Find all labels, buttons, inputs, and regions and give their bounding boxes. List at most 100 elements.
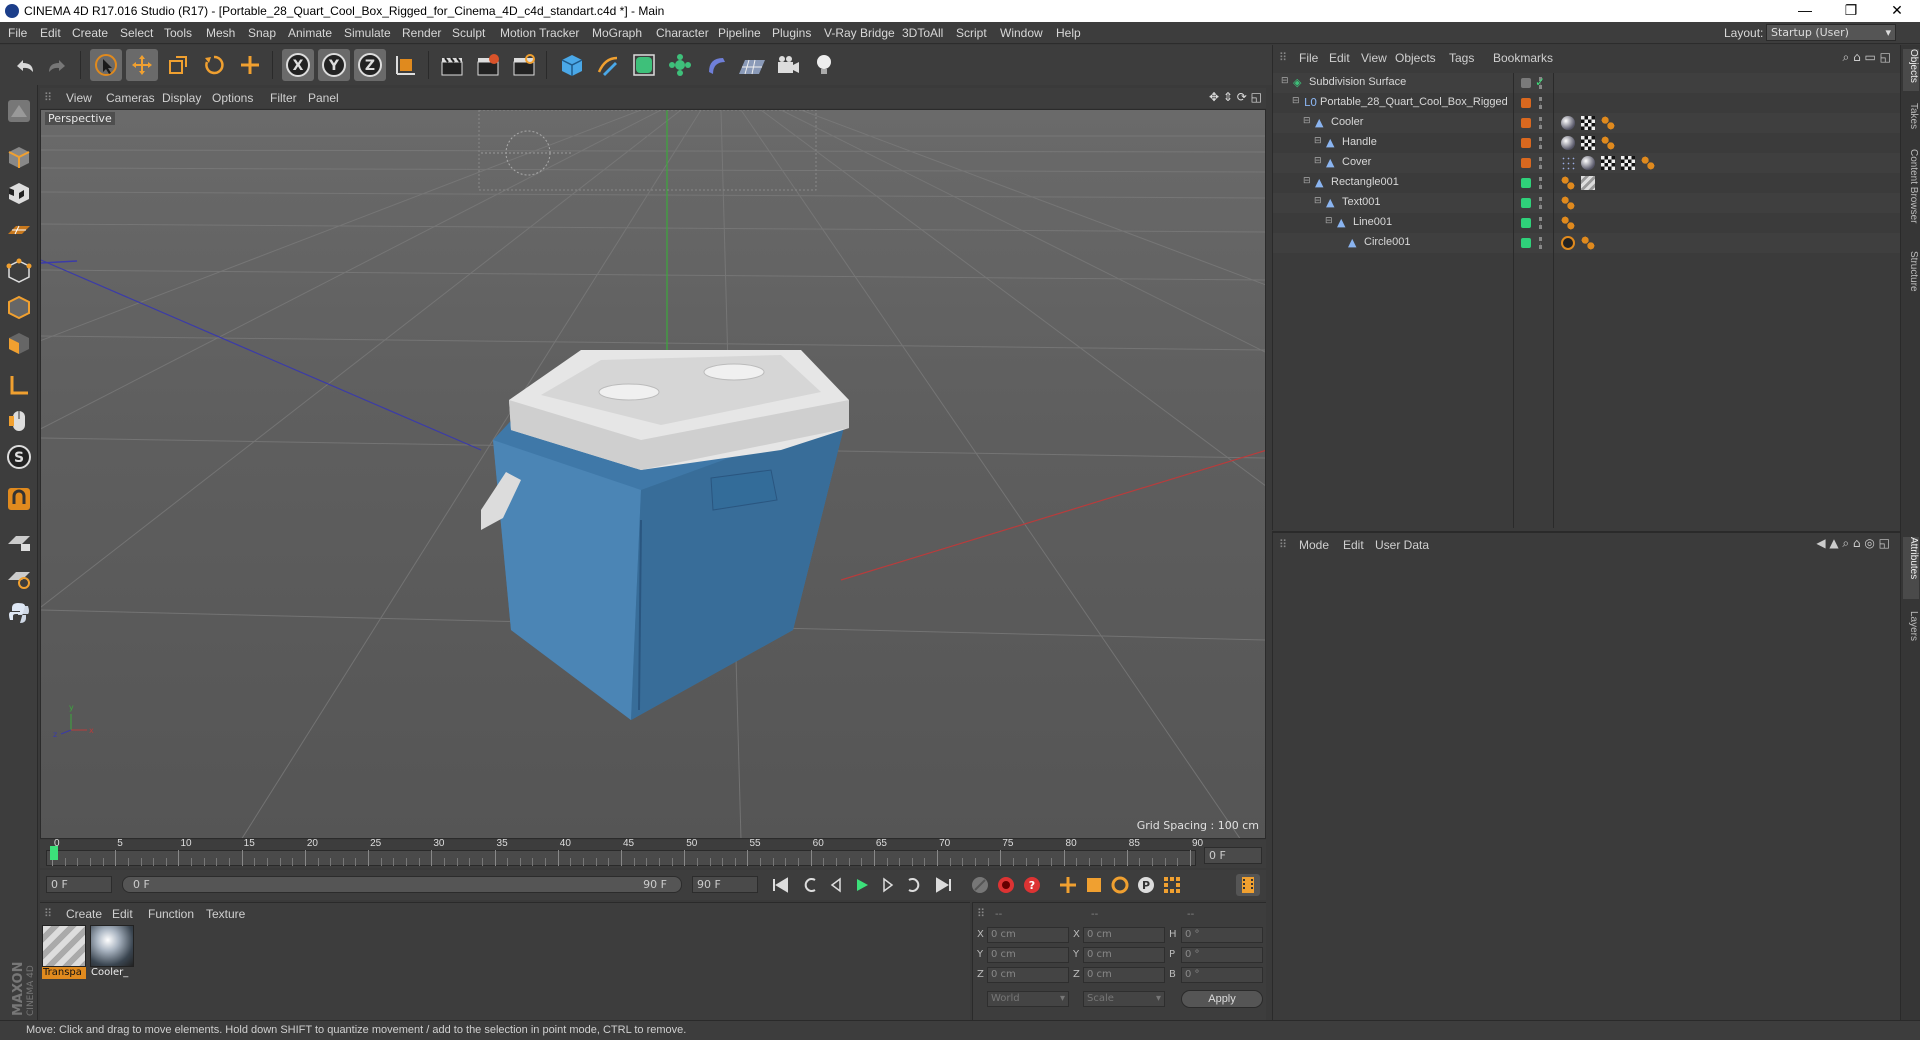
live-selection-button[interactable] [90,49,122,81]
om-menu-objects[interactable]: Objects [1395,51,1436,65]
viewport-nav-icons[interactable]: ✥ ⇕ ⟳ ◱ [1209,90,1262,104]
texture-tag-icon[interactable] [1561,216,1575,230]
expand-toggle-icon[interactable]: ⊟ [1281,76,1289,86]
object-row[interactable]: ⊟ ◈ Subdivision Surface ✓ [1273,73,1901,93]
visibility-dots-icon[interactable] [1539,157,1542,169]
checker-tag-icon[interactable] [1601,156,1615,170]
layer-color-swatch[interactable] [1521,158,1531,168]
workplane-mode-button[interactable] [3,213,35,245]
menu-window[interactable]: Window [1000,26,1043,40]
material-menu-edit[interactable]: Edit [112,907,133,921]
layer-color-swatch[interactable] [1521,218,1531,228]
menu-edit[interactable]: Edit [40,26,61,40]
key-position-button[interactable] [1056,874,1080,896]
object-row[interactable]: ⊟ ▲ Rectangle001 [1273,173,1901,193]
texture-tag-icon[interactable] [1561,196,1575,210]
perspective-viewport[interactable]: y x z Perspective Grid Spacing : 100 cm [40,109,1266,839]
apply-button[interactable]: Apply [1181,990,1263,1008]
enabled-check-icon[interactable]: ✓ [1535,75,1545,89]
visibility-dots-icon[interactable] [1539,177,1542,189]
tab-content-browser[interactable]: Content Browser [1903,149,1919,241]
layer-color-swatch[interactable] [1521,198,1531,208]
checker-tag-icon[interactable] [1581,136,1595,150]
deformer-button[interactable] [700,49,732,81]
object-row[interactable]: ⊟ ▲ Handle [1273,133,1901,153]
menu-character[interactable]: Character [656,26,709,40]
menu-motion-tracker[interactable]: Motion Tracker [500,26,579,40]
z-axis-button[interactable]: Z [354,49,386,81]
points-mode-button[interactable] [3,255,35,287]
menu-plugins[interactable]: Plugins [772,26,811,40]
visibility-dots-icon[interactable] [1539,197,1542,209]
camera-button[interactable] [772,49,804,81]
key-pla-button[interactable] [1160,874,1184,896]
layer-color-swatch[interactable] [1521,118,1531,128]
move-tool-button[interactable] [126,49,158,81]
timeline-ruler[interactable]: 0 5 10 15 20 25 30 35 40 45 50 55 60 65 70 75 80 85 90 0 F [40,838,1266,868]
coordinate-system-button[interactable] [390,49,422,81]
soft-selection-button[interactable] [3,483,35,515]
om-menu-bookmarks[interactable]: Bookmarks [1493,51,1553,65]
viewport-menu-filter[interactable]: Filter [270,91,297,105]
size-z-field[interactable]: 0 cm [1083,967,1165,983]
next-keyframe-button[interactable] [902,874,926,896]
texture-tag-icon[interactable] [1601,136,1615,150]
sphere-tag-icon[interactable] [1561,136,1575,150]
menu-3dtoall[interactable]: 3DToAll [902,26,943,40]
sphere-tag-icon[interactable] [1561,116,1575,130]
key-scale-button[interactable] [1082,874,1106,896]
snap-button[interactable]: S [3,441,35,473]
visibility-dots-icon[interactable] [1539,237,1542,249]
texture-tag-icon[interactable] [1561,176,1575,190]
transform-tool-button[interactable] [234,49,266,81]
dots-tag-icon[interactable] [1561,156,1575,170]
menu-vray-bridge[interactable]: V-Ray Bridge [824,26,895,40]
layer-color-swatch[interactable] [1521,178,1531,188]
lock-workplane-button[interactable] [3,525,35,557]
material-menu-create[interactable]: Create [66,907,102,921]
pen-spline-button[interactable] [592,49,624,81]
rot-p-field[interactable]: 0 ° [1181,947,1263,963]
model-mode-button[interactable] [3,141,35,173]
protection-tag-icon[interactable] [1561,236,1575,250]
expand-toggle-icon[interactable]: ⊟ [1303,116,1311,126]
menu-animate[interactable]: Animate [288,26,332,40]
tab-objects[interactable]: Objects [1903,49,1919,91]
make-editable-button[interactable] [3,95,35,127]
visibility-dots-icon[interactable] [1539,97,1542,109]
texture-tag-icon[interactable] [1641,156,1655,170]
layout-select[interactable]: Startup (User) ▾ [1766,24,1896,41]
axis-mode-button[interactable] [3,369,35,401]
scale-select[interactable]: Scale ▾ [1083,991,1165,1007]
go-to-start-button[interactable] [768,874,792,896]
edges-mode-button[interactable] [3,291,35,323]
y-axis-button[interactable]: Y [318,49,350,81]
python-button[interactable] [3,597,35,629]
visibility-dots-icon[interactable] [1539,217,1542,229]
expand-toggle-icon[interactable]: ⊟ [1314,136,1322,146]
menu-snap[interactable]: Snap [248,26,276,40]
close-button[interactable]: ✕ [1874,0,1920,22]
cube-primitive-button[interactable] [556,49,588,81]
checker-tag-icon[interactable] [1621,156,1635,170]
pos-x-field[interactable]: 0 cm [987,927,1069,943]
menu-select[interactable]: Select [120,26,153,40]
tab-structure[interactable]: Structure [1903,251,1919,307]
redo-button[interactable] [42,49,74,81]
layer-color-swatch[interactable] [1521,78,1531,88]
om-menu-edit[interactable]: Edit [1329,51,1350,65]
am-menu-edit[interactable]: Edit [1343,538,1364,552]
material-cooler[interactable]: Cooler_ [90,925,134,979]
menu-help[interactable]: Help [1056,26,1081,40]
om-menu-tags[interactable]: Tags [1449,51,1474,65]
preview-range-slider[interactable]: 0 F 90 F [122,876,682,893]
polygons-mode-button[interactable] [3,327,35,359]
pos-y-field[interactable]: 0 cm [987,947,1069,963]
menu-mesh[interactable]: Mesh [206,26,235,40]
om-menu-file[interactable]: File [1299,51,1318,65]
key-rotation-button[interactable] [1108,874,1132,896]
timeline-layout-button[interactable] [1236,874,1260,896]
stripes-tag-icon[interactable] [1581,176,1595,190]
previous-keyframe-button[interactable] [798,874,822,896]
expand-toggle-icon[interactable]: ⊟ [1292,96,1300,106]
